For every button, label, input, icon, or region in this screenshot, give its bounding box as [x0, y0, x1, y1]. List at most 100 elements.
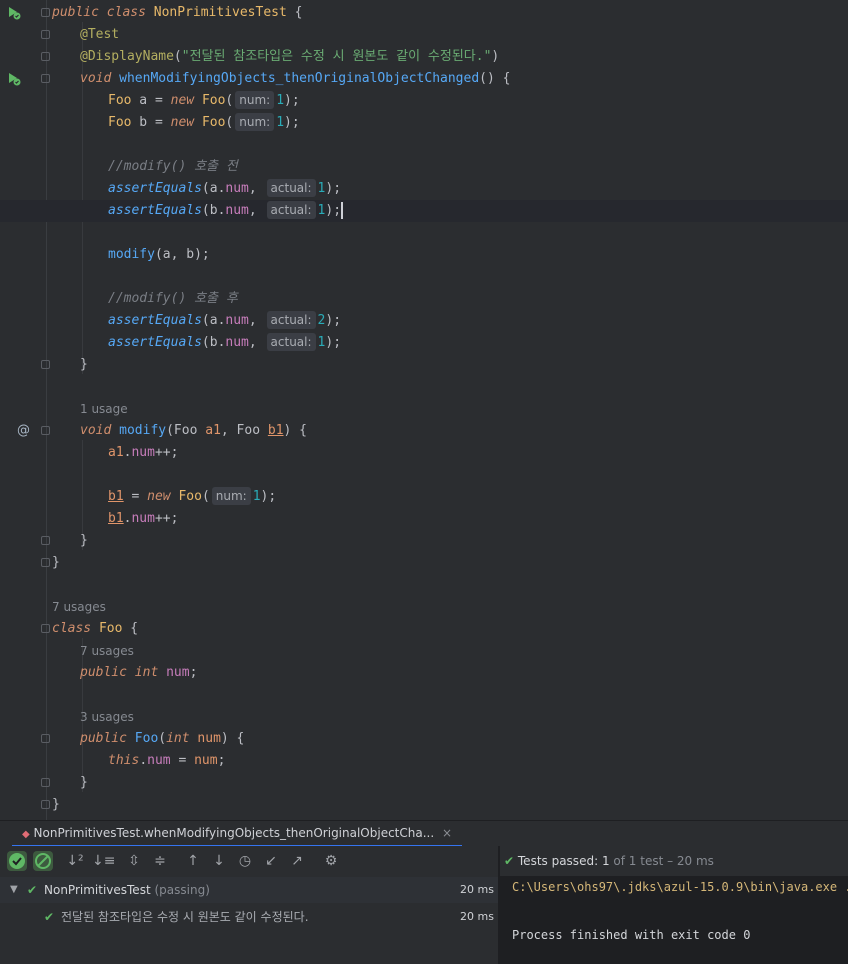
keyword: new: [170, 115, 195, 130]
expand-all-icon: ⇳: [128, 853, 140, 869]
parameter-hint: actual:: [266, 201, 316, 219]
fold-icon[interactable]: [41, 800, 50, 809]
punctuation: ,: [248, 203, 257, 218]
test-history-button[interactable]: ◷: [235, 851, 255, 871]
close-icon[interactable]: ×: [442, 826, 452, 840]
field-ref: num: [131, 511, 155, 526]
code-line[interactable]: a1.num++;: [0, 442, 848, 464]
parameter-hint: num:: [235, 91, 275, 109]
field-declaration: num: [166, 665, 190, 680]
console-output[interactable]: C:\Users\ohs97\.jdks\azul-15.0.9\bin\jav…: [500, 876, 848, 964]
code-line[interactable]: @DisplayName("전달된 참조타입은 수정 시 원본도 같이 수정된다…: [0, 46, 848, 68]
punctuation: }: [52, 797, 60, 812]
status-count: 1: [601, 854, 610, 868]
fold-icon[interactable]: [41, 624, 50, 633]
code-line[interactable]: Foo b = new Foo(num: 1);: [0, 112, 848, 134]
punctuation: ) {: [283, 423, 308, 438]
code-line[interactable]: assertEquals(a.num, actual: 1);: [0, 178, 848, 200]
code-line[interactable]: public Foo(int num) {: [0, 728, 848, 750]
code-line[interactable]: class Foo {: [0, 618, 848, 640]
chevron-down-icon[interactable]: ▼: [10, 877, 18, 903]
code-line[interactable]: //modify() 호출 후: [0, 288, 848, 310]
code-line[interactable]: @ void modify(Foo a1, Foo b1) {: [0, 420, 848, 442]
gutter-at-icon[interactable]: @: [17, 420, 30, 442]
operator: ++;: [154, 445, 179, 460]
current-code-line[interactable]: assertEquals(b.num, actual: 1);: [0, 200, 848, 222]
usage-count[interactable]: 7 usages: [52, 600, 106, 614]
test-status: ✔ Tests passed: 1 of 1 test – 20 ms: [504, 846, 714, 876]
test-tree: ▼ ✔ NonPrimitivesTest (passing) 20 ms ✔ …: [0, 876, 498, 964]
fold-icon[interactable]: [41, 734, 50, 743]
code-line[interactable]: @Test: [0, 24, 848, 46]
show-passed-button[interactable]: [7, 851, 27, 871]
test-suite-state: (passing): [154, 883, 210, 897]
parameter-hint: num:: [211, 487, 251, 505]
type-name: Foo: [108, 115, 132, 130]
check-icon: [9, 853, 25, 869]
sort-alpha-button[interactable]: ↓²: [65, 851, 85, 871]
next-failed-button[interactable]: ↓: [209, 851, 229, 871]
code-line[interactable]: assertEquals(b.num, actual: 1);: [0, 332, 848, 354]
usage-hint-line[interactable]: 1 usage: [0, 398, 848, 420]
run-test-icon[interactable]: [6, 5, 22, 21]
expand-all-button[interactable]: ⇳: [124, 851, 144, 871]
code-line[interactable]: b1.num++;: [0, 508, 848, 530]
code-line[interactable]: }: [0, 530, 848, 552]
arguments: (a.: [201, 181, 226, 196]
code-line[interactable]: //modify() 호출 전: [0, 156, 848, 178]
code-line[interactable]: }: [0, 794, 848, 816]
text-caret: [341, 202, 344, 219]
code-line[interactable]: this.num = num;: [0, 750, 848, 772]
fold-icon[interactable]: [41, 8, 50, 17]
show-ignored-button[interactable]: [33, 851, 53, 871]
code-line[interactable]: void whenModifyingObjects_thenOriginalOb…: [0, 68, 848, 90]
code-line[interactable]: public class NonPrimitivesTest {: [0, 2, 848, 24]
usage-hint-line[interactable]: 7 usages: [0, 596, 848, 618]
fold-icon[interactable]: [41, 558, 50, 567]
class-name: Foo: [98, 621, 123, 636]
fold-icon[interactable]: [41, 778, 50, 787]
punctuation: ,: [248, 181, 257, 196]
punctuation: {: [286, 5, 303, 20]
fold-icon[interactable]: [41, 74, 50, 83]
code-line[interactable]: }: [0, 772, 848, 794]
console-command: C:\Users\ohs97\.jdks\azul-15.0.9\bin\jav…: [512, 880, 848, 894]
parameter: b1: [108, 489, 124, 504]
keyword: new: [147, 489, 171, 504]
punctuation: );: [284, 93, 300, 108]
code-line[interactable]: }: [0, 552, 848, 574]
sort-alpha-icon: ↓²: [66, 853, 84, 869]
export-tests-button[interactable]: ↗: [287, 851, 307, 871]
usage-count[interactable]: 3 usages: [80, 710, 134, 724]
sort-duration-button[interactable]: ↓≡: [92, 851, 115, 871]
method-call: modify: [108, 247, 155, 262]
fold-icon[interactable]: [41, 426, 50, 435]
fold-icon[interactable]: [41, 30, 50, 39]
arguments: (a.: [201, 313, 226, 328]
number-literal: 1: [276, 93, 285, 108]
code-line[interactable]: modify(a, b);: [0, 244, 848, 266]
fold-icon[interactable]: [41, 360, 50, 369]
usage-count[interactable]: 1 usage: [80, 402, 128, 416]
previous-failed-button[interactable]: ↑: [183, 851, 203, 871]
fold-icon[interactable]: [41, 52, 50, 61]
code-line[interactable]: Foo a = new Foo(num: 1);: [0, 90, 848, 112]
test-case-row[interactable]: ✔ 전달된 참조타입은 수정 시 원본도 같이 수정된다. 20 ms: [0, 904, 498, 930]
run-test-icon[interactable]: [6, 71, 22, 87]
code-line[interactable]: }: [0, 354, 848, 376]
run-tab[interactable]: ◆ NonPrimitivesTest.whenModifyingObjects…: [12, 821, 463, 848]
code-line[interactable]: b1 = new Foo(num: 1);: [0, 486, 848, 508]
settings-button[interactable]: ⚙: [321, 851, 341, 871]
usage-hint-line[interactable]: 7 usages: [0, 640, 848, 662]
usage-count[interactable]: 7 usages: [80, 644, 134, 658]
collapse-all-button[interactable]: ≑: [150, 851, 170, 871]
parameter: b1: [108, 511, 124, 526]
code-line[interactable]: public int num;: [0, 662, 848, 684]
code-line[interactable]: assertEquals(a.num, actual: 2);: [0, 310, 848, 332]
usage-hint-line[interactable]: 3 usages: [0, 706, 848, 728]
code-editor[interactable]: public class NonPrimitivesTest { @Test @…: [0, 0, 848, 820]
fold-icon[interactable]: [41, 536, 50, 545]
test-suite-row[interactable]: ▼ ✔ NonPrimitivesTest (passing) 20 ms: [0, 877, 498, 903]
punctuation: ;: [217, 753, 226, 768]
import-tests-button[interactable]: ↙: [261, 851, 281, 871]
